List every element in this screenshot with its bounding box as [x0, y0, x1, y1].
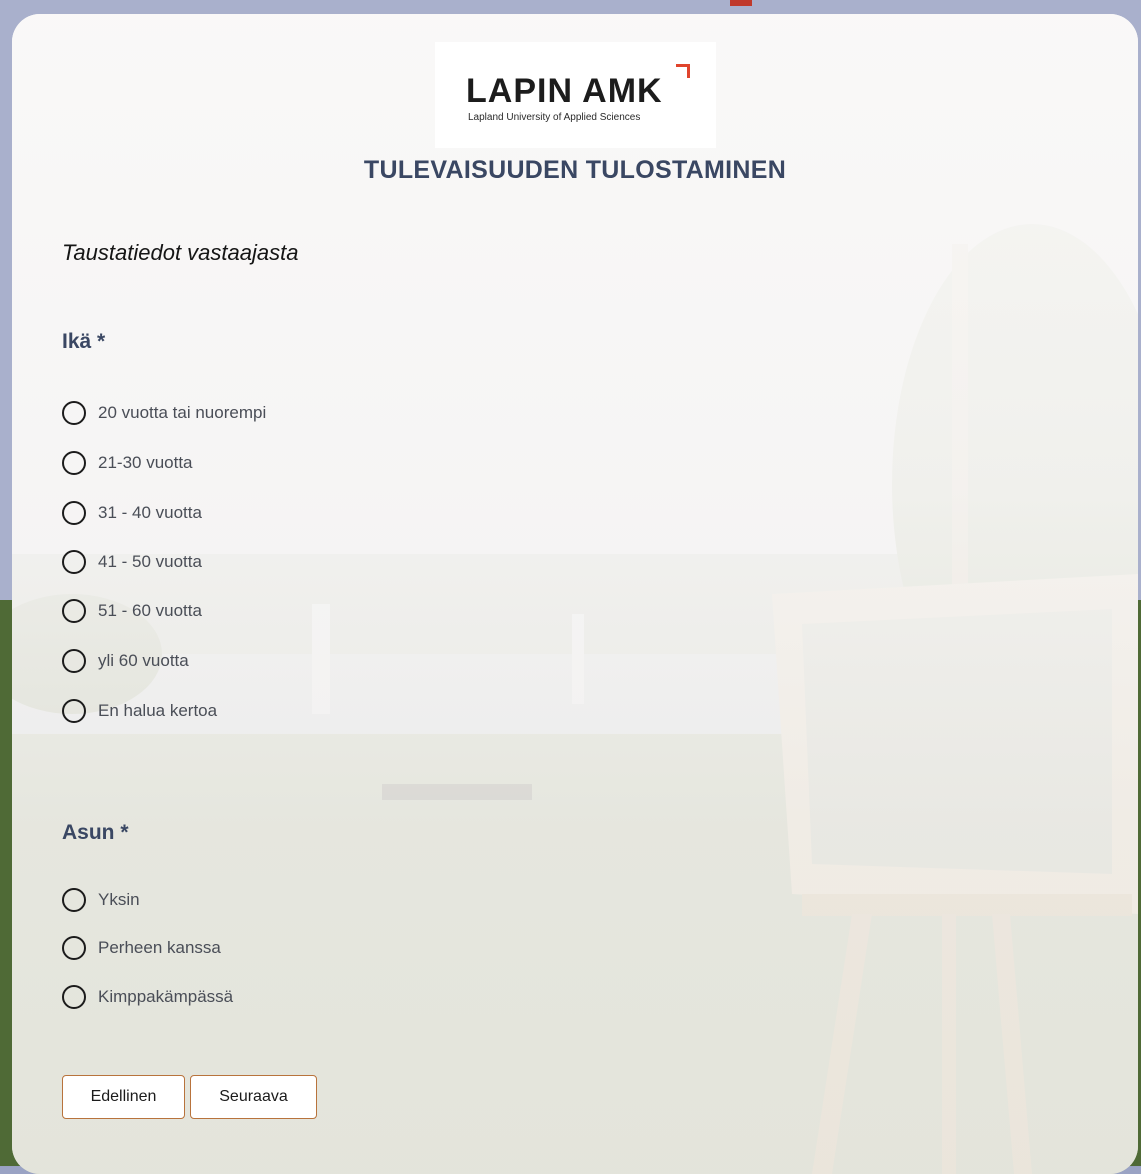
radio-button[interactable]: [62, 888, 86, 912]
radio-option-label: Yksin: [98, 890, 140, 909]
radio-option-label: Kimppakämpässä: [98, 987, 234, 1006]
radio-option-label: 31 - 40 vuotta: [98, 503, 202, 522]
radio-button[interactable]: [62, 649, 86, 673]
radio-button[interactable]: [62, 699, 86, 723]
radio-option-living-with-family[interactable]: Perheen kanssa: [62, 935, 221, 961]
radio-option-living-alone[interactable]: Yksin: [62, 887, 140, 913]
radio-option-age-51-60[interactable]: 51 - 60 vuotta: [62, 598, 202, 624]
radio-option-label: Perheen kanssa: [98, 938, 221, 957]
form-card: LAPIN AMK Lapland University of Applied …: [12, 14, 1138, 1174]
radio-option-label: yli 60 vuotta: [98, 651, 189, 670]
radio-button[interactable]: [62, 936, 86, 960]
radio-option-age-over-60[interactable]: yli 60 vuotta: [62, 648, 189, 674]
logo-tagline: Lapland University of Applied Sciences: [468, 112, 641, 123]
radio-option-label: 51 - 60 vuotta: [98, 601, 202, 620]
previous-button[interactable]: Edellinen: [62, 1075, 185, 1119]
radio-option-label: 20 vuotta tai nuorempi: [98, 403, 267, 422]
radio-button[interactable]: [62, 501, 86, 525]
page-title: TULEVAISUUDEN TULOSTAMINEN: [363, 156, 787, 184]
section-heading: Taustatiedot vastaajasta: [62, 240, 299, 265]
radio-button[interactable]: [62, 550, 86, 574]
radio-button[interactable]: [62, 985, 86, 1009]
radio-button[interactable]: [62, 401, 86, 425]
radio-option-age-no-answer[interactable]: En halua kertoa: [62, 698, 217, 724]
radio-option-label: 41 - 50 vuotta: [98, 552, 202, 571]
logo-name: LAPIN AMK: [466, 72, 663, 110]
radio-option-age-21-30[interactable]: 21-30 vuotta: [62, 450, 193, 476]
form-content: LAPIN AMK Lapland University of Applied …: [12, 14, 1138, 1174]
next-button[interactable]: Seuraava: [190, 1075, 317, 1119]
question-age: Ikä *: [62, 330, 106, 353]
radio-option-living-shared-flat[interactable]: Kimppakämpässä: [62, 984, 233, 1010]
radio-button[interactable]: [62, 451, 86, 475]
logo-corner-mark: [676, 64, 690, 78]
radio-button[interactable]: [62, 599, 86, 623]
lapin-amk-logo: LAPIN AMK Lapland University of Applied …: [435, 42, 716, 148]
question-living: Asun *: [62, 821, 129, 844]
radio-option-age-31-40[interactable]: 31 - 40 vuotta: [62, 500, 202, 526]
radio-option-age-41-50[interactable]: 41 - 50 vuotta: [62, 549, 202, 575]
radio-option-label: 21-30 vuotta: [98, 453, 193, 472]
radio-option-age-20-or-younger[interactable]: 20 vuotta tai nuorempi: [62, 400, 266, 426]
radio-option-label: En halua kertoa: [98, 701, 218, 720]
